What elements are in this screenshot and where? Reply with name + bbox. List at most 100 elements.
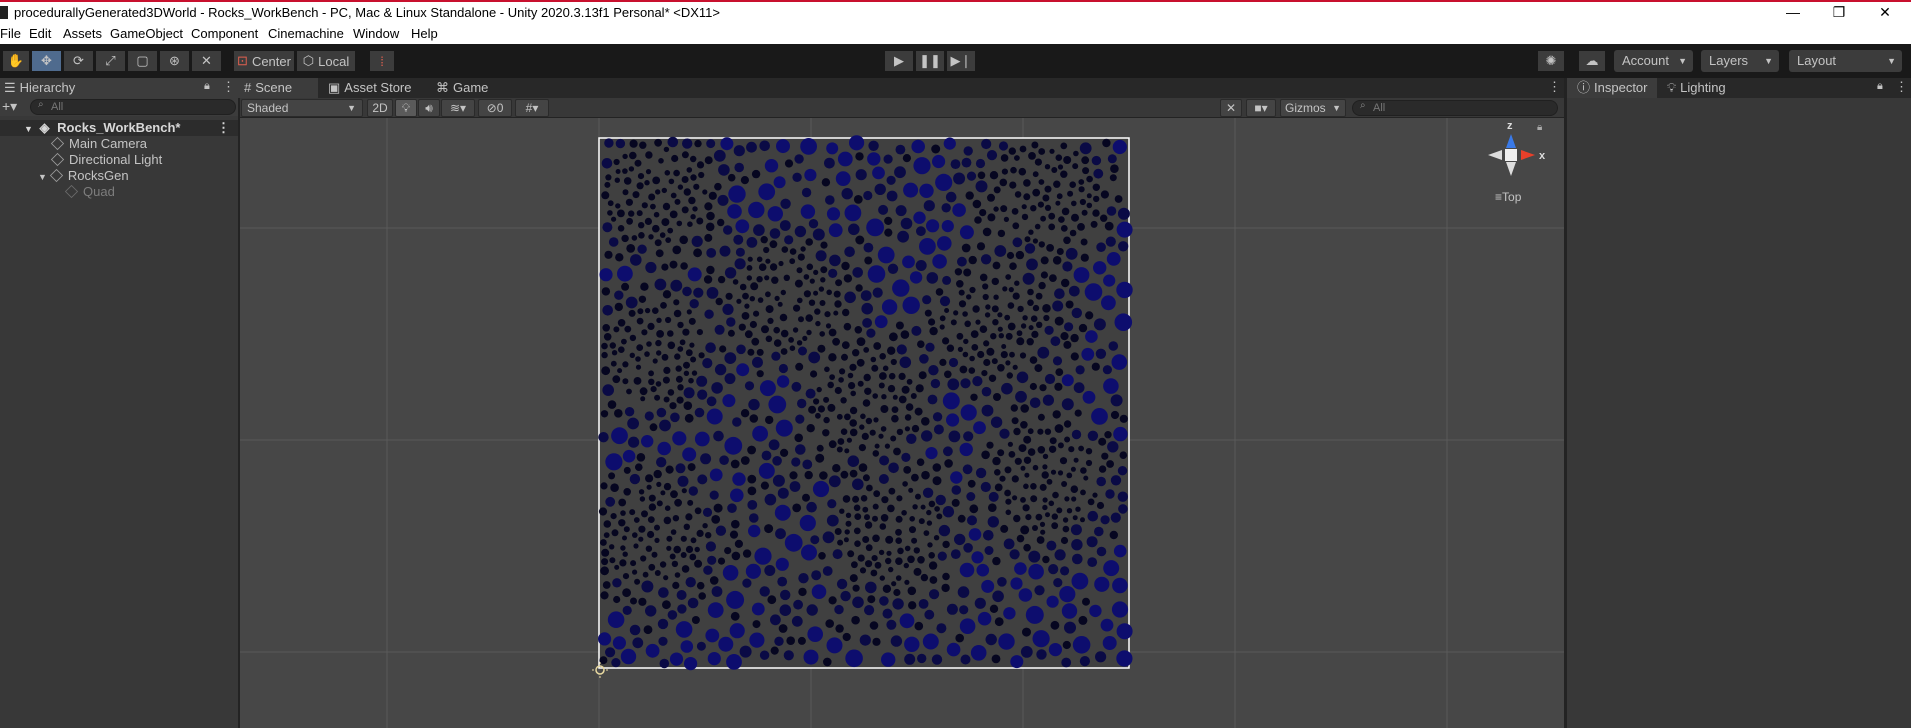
custom-tool-button[interactable]: ✕ [191, 50, 222, 72]
orientation-gizmo[interactable]: z 🔒︎ x ≡Top [1485, 120, 1555, 204]
shading-mode-dropdown[interactable]: Shaded ▼ [241, 99, 363, 117]
rock [780, 348, 788, 355]
gizmos-dropdown[interactable]: Gizmos ▼ [1280, 99, 1346, 117]
rock [967, 515, 977, 526]
tab-inspector[interactable]: ⓘ Inspector [1567, 78, 1657, 98]
layout-dropdown[interactable]: Layout ▼ [1789, 50, 1902, 72]
rock [1009, 181, 1017, 189]
menu-cinemachine[interactable]: Cinemachine [268, 26, 344, 41]
pivot-local-toggle[interactable]: ⬡ Local [296, 50, 356, 72]
scene-root-row[interactable]: ▼ ◈ Rocks_WorkBench* ⋮ [0, 120, 238, 136]
rock [903, 182, 919, 198]
rock [959, 618, 976, 634]
hidden-objects-toggle[interactable]: ⊘0 [478, 99, 512, 117]
rock [780, 329, 789, 338]
scale-tool-button[interactable]: ⤢ [95, 50, 126, 72]
scene-effects-dropdown[interactable]: ≋▾ [441, 99, 475, 117]
lock-icon[interactable]: 🔒︎ [1877, 80, 1883, 93]
menu-file[interactable]: File [0, 26, 21, 41]
rock [682, 286, 692, 297]
rock [1112, 139, 1127, 155]
pause-button[interactable]: ❚❚ [915, 50, 945, 72]
menu-gameobject[interactable]: GameObject [110, 26, 183, 41]
cloud-button[interactable]: ☁ [1578, 50, 1606, 72]
menu-assets[interactable]: Assets [63, 26, 102, 41]
move-tool-button[interactable]: ✥ [31, 50, 62, 72]
rock [1061, 374, 1074, 387]
scene-search-input[interactable]: All [1352, 100, 1558, 116]
rock [976, 563, 990, 577]
scene-lighting-toggle[interactable]: 💡︎ [395, 99, 417, 117]
rock [928, 561, 938, 570]
hand-tool-button[interactable]: ✋ [2, 50, 30, 72]
rock [863, 347, 870, 353]
minimize-button[interactable]: — [1770, 2, 1816, 24]
hierarchy-item-quad[interactable]: Quad [0, 184, 238, 200]
hierarchy-item-rocksgen[interactable]: ▼ RocksGen [0, 168, 238, 184]
rock [608, 237, 619, 247]
tools-toggle[interactable]: ✕ [1220, 99, 1242, 117]
rock [920, 504, 926, 510]
rock [617, 225, 625, 232]
rock [1046, 478, 1053, 485]
rock [680, 552, 687, 558]
camera-settings-dropdown[interactable]: ■▾ [1246, 99, 1276, 117]
layers-dropdown[interactable]: Layers ▼ [1701, 50, 1779, 72]
rock [1105, 489, 1115, 499]
rock [895, 205, 907, 217]
kebab-menu-icon[interactable]: ⋮ [222, 79, 235, 95]
grid-snap-button[interactable]: ⁞ [369, 50, 395, 72]
scene-viewport[interactable]: z 🔒︎ x ≡Top [240, 118, 1564, 728]
rock [966, 294, 972, 300]
create-plus-button[interactable]: +▾ [2, 98, 17, 115]
rock [1117, 491, 1128, 502]
expand-triangle-icon[interactable]: ▼ [24, 124, 33, 134]
rock [683, 188, 691, 196]
rock [1048, 643, 1062, 657]
kebab-menu-icon[interactable]: ⋮ [217, 120, 230, 136]
play-button[interactable]: ▶ [884, 50, 914, 72]
tab-asset-store[interactable]: ▣ Asset Store [324, 78, 414, 98]
toggle-2d-button[interactable]: 2D [367, 99, 393, 117]
collab-button[interactable]: ✺ [1537, 50, 1565, 72]
hierarchy-search-input[interactable]: All [30, 99, 236, 115]
menu-edit[interactable]: Edit [29, 26, 51, 41]
hierarchy-item-main-camera[interactable]: Main Camera [0, 136, 238, 152]
rock [800, 204, 816, 219]
rock [1100, 515, 1110, 525]
lock-icon[interactable]: 🔒︎ [204, 80, 210, 93]
view-orientation-label[interactable]: ≡Top [1495, 190, 1521, 204]
hierarchy-item-directional-light[interactable]: Directional Light [0, 152, 238, 168]
rock [893, 588, 901, 597]
rock [1092, 209, 1100, 217]
maximize-button[interactable]: ❐ [1816, 2, 1862, 24]
kebab-menu-icon[interactable]: ⋮ [1548, 79, 1561, 95]
menu-window[interactable]: Window [353, 26, 399, 41]
menu-component[interactable]: Component [191, 26, 258, 41]
tab-scene[interactable]: # Scene [240, 78, 318, 98]
rock [989, 171, 999, 180]
rock [860, 290, 872, 301]
menu-help[interactable]: Help [411, 26, 438, 41]
tab-game[interactable]: ⌘ Game [432, 78, 492, 98]
scene-tabstrip: # Scene ▣ Asset Store ⌘ Game ⋮ [240, 78, 1564, 98]
scene-audio-toggle[interactable]: 🔊︎ [418, 99, 440, 117]
step-button[interactable]: ▶❘ [946, 50, 976, 72]
rock [981, 579, 995, 593]
grid-visibility-dropdown[interactable]: #▾ [515, 99, 549, 117]
rect-tool-button[interactable]: ▢ [127, 50, 158, 72]
tab-lighting[interactable]: 💡︎ Lighting [1663, 78, 1753, 98]
pivot-center-toggle[interactable]: ⊡ Center [233, 50, 295, 72]
rock [975, 158, 986, 169]
rotate-tool-button[interactable]: ⟳ [63, 50, 94, 72]
scene-canvas[interactable] [240, 118, 1564, 728]
account-dropdown[interactable]: Account ▼ [1614, 50, 1693, 72]
close-button[interactable]: ✕ [1862, 2, 1908, 24]
rock [919, 354, 929, 364]
rock [632, 191, 640, 199]
rock [815, 320, 821, 327]
transform-tool-button[interactable]: ⊛ [159, 50, 190, 72]
expand-triangle-icon[interactable]: ▼ [38, 172, 47, 182]
rock [1005, 509, 1012, 516]
kebab-menu-icon[interactable]: ⋮ [1895, 79, 1908, 95]
